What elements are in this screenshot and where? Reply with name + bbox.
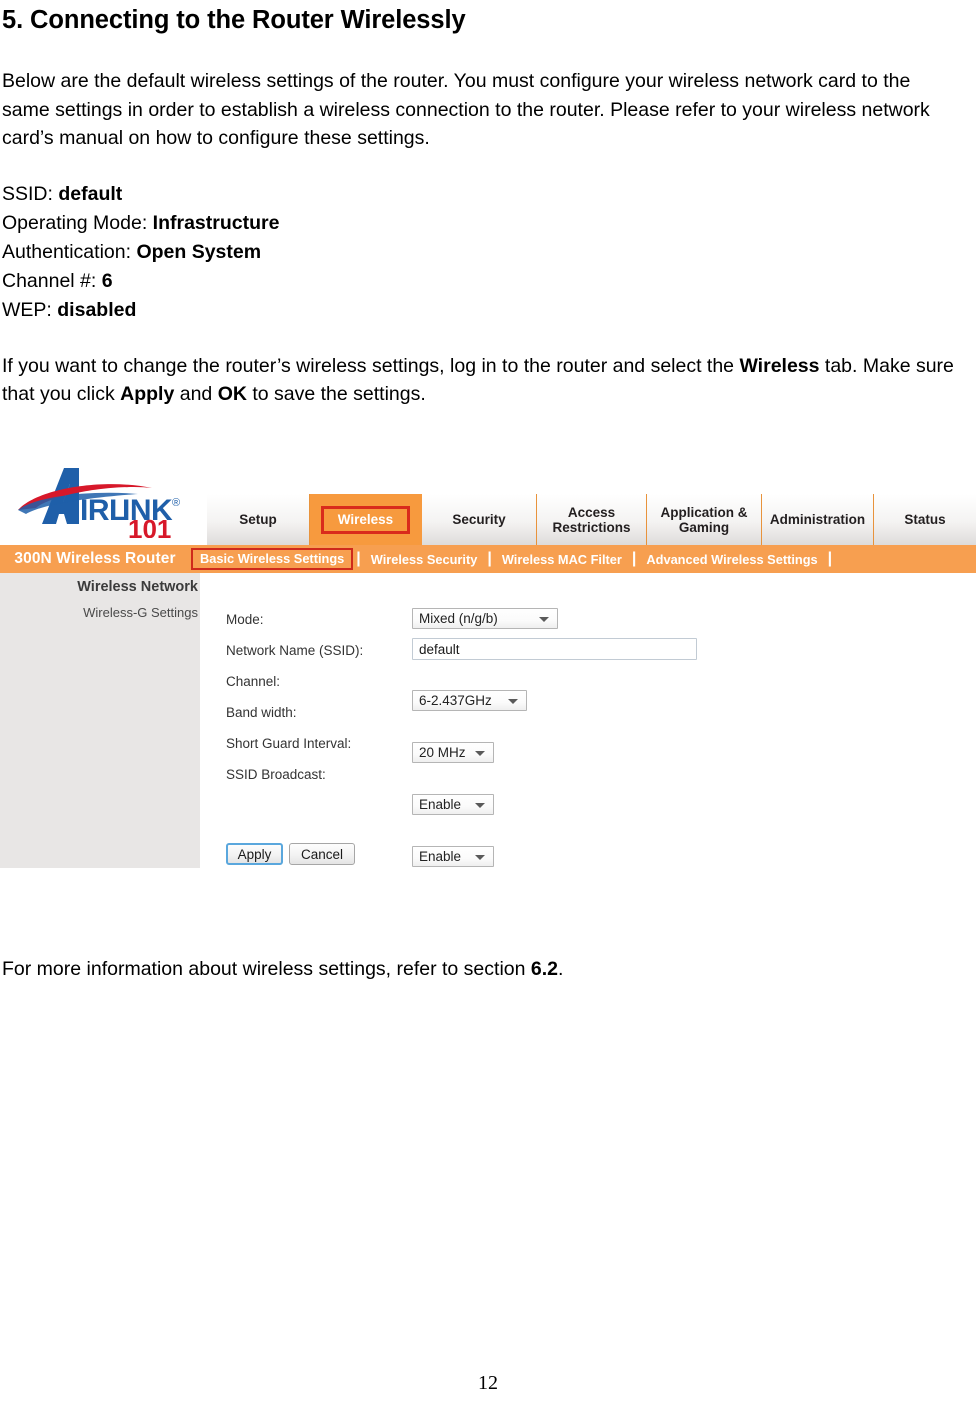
subnav-separator-1: | (356, 550, 361, 567)
tab-administration-label: Administration (769, 512, 866, 527)
subnav-item-advanced-wireless-settings[interactable]: Advanced Wireless Settings (638, 552, 825, 567)
svg-text:101: 101 (128, 514, 171, 538)
select-channel[interactable]: 6-2.437GHz (412, 690, 527, 711)
setting-label-operating-mode: Operating Mode: (2, 211, 153, 234)
subnav-separator-2: | (487, 550, 492, 567)
footer-note-part-2: . (558, 958, 564, 980)
tab-security[interactable]: Security (422, 494, 537, 545)
tab-setup-label: Setup (239, 512, 277, 527)
chevron-down-icon (475, 854, 485, 860)
subnav-item-basic-wireless-settings[interactable]: Basic Wireless Settings (191, 548, 354, 570)
setting-label-ssid: SSID: (2, 182, 59, 205)
page-number: 12 (478, 1372, 498, 1394)
select-mode-value: Mixed (n/g/b) (419, 611, 498, 626)
intro-paragraph: Below are the default wireless settings … (2, 70, 930, 149)
instruction-bold-apply: Apply (120, 383, 175, 405)
sidebar-subtitle-wireless-g-settings: Wireless-G Settings (83, 605, 198, 620)
label-short-guard-interval: Short Guard Interval: (226, 736, 352, 751)
setting-row-operating-mode: Operating Mode: Infrastructure (2, 209, 960, 238)
input-network-name-ssid[interactable]: default (412, 638, 697, 660)
footer-note-part-1: For more information about wireless sett… (2, 958, 531, 980)
subnav-separator-4: | (827, 550, 833, 567)
document-page: 5. Connecting to the Router Wirelessly B… (0, 0, 976, 1412)
instruction-bold-wireless: Wireless (739, 354, 820, 377)
main-tab-bar[interactable]: Setup Wireless Security Access Restricti… (207, 494, 976, 545)
tab-access-restrictions[interactable]: Access Restrictions (537, 494, 647, 545)
chevron-down-icon (475, 750, 485, 756)
router-subnav-bar: 300N Wireless Router Basic Wireless Sett… (0, 545, 976, 573)
setting-label-wep: WEP: (2, 298, 58, 321)
label-network-name-ssid: Network Name (SSID): (226, 643, 364, 658)
tab-application-gaming[interactable]: Application & Gaming (647, 494, 762, 545)
tab-administration[interactable]: Administration (762, 494, 874, 545)
instruction-paragraph: If you want to change the router’s wirel… (0, 352, 960, 409)
select-band-width[interactable]: 20 MHz (412, 742, 494, 763)
label-mode: Mode: (226, 612, 264, 627)
tab-wireless[interactable]: Wireless (310, 494, 422, 545)
subnav-item-wireless-mac-filter[interactable]: Wireless MAC Filter (494, 552, 630, 567)
setting-row-channel: Channel #: 6 (2, 267, 960, 296)
label-channel: Channel: (226, 674, 281, 689)
label-ssid-broadcast: SSID Broadcast: (226, 767, 326, 782)
label-band-width: Band width: (226, 705, 297, 720)
default-settings-list: SSID: default Operating Mode: Infrastruc… (0, 180, 960, 325)
subnav-list[interactable]: Basic Wireless Settings | Wireless Secur… (190, 545, 976, 573)
router-model-name: 300N Wireless Router (14, 550, 176, 567)
svg-text:IRL: IRL (80, 494, 127, 527)
setting-value-authentication: Open System (136, 240, 262, 263)
instruction-part-1: If you want to change the router’s wirel… (2, 354, 740, 377)
tab-wireless-label: Wireless (320, 505, 411, 534)
instruction-bold-ok: OK (217, 383, 247, 405)
select-mode[interactable]: Mixed (n/g/b) (412, 608, 558, 629)
tab-security-label: Security (452, 512, 506, 527)
instruction-part-4: to save the settings. (246, 383, 426, 405)
cancel-button[interactable]: Cancel (289, 843, 355, 865)
chevron-down-icon (475, 802, 485, 808)
tab-application-gaming-label: Application & Gaming (660, 504, 748, 535)
page-title: 5. Connecting to the Router Wirelessly (2, 6, 466, 34)
chevron-down-icon (539, 616, 549, 622)
router-sidebar: Wireless Network Wireless-G Settings (0, 573, 200, 868)
setting-label-channel: Channel #: (2, 269, 102, 292)
setting-row-authentication: Authentication: Open System (2, 238, 960, 267)
svg-text:®: ® (172, 497, 180, 509)
tab-status-label: Status (904, 512, 946, 527)
tab-access-restrictions-label: Access Restrictions (552, 504, 631, 535)
sidebar-title-wireless-network: Wireless Network (77, 579, 198, 595)
setting-label-authentication: Authentication: (2, 240, 137, 263)
select-ssid-broadcast[interactable]: Enable (412, 846, 494, 867)
setting-row-ssid: SSID: default (2, 180, 960, 209)
setting-value-wep: disabled (57, 298, 137, 321)
select-ssid-broadcast-value: Enable (419, 849, 462, 864)
document-text-body: 5. Connecting to the Router Wirelessly B… (0, 0, 960, 409)
wireless-settings-form: Mode: Mixed (n/g/b) Network Name (SSID):… (200, 573, 976, 868)
airlink-logo-icon: IRL INK ® 101 (18, 468, 180, 538)
footer-note-bold-section: 6.2 (530, 958, 558, 980)
instruction-part-3: and (174, 383, 218, 405)
router-web-ui-screenshot: IRL INK ® 101 Setup Wireless Security Ac… (0, 456, 976, 868)
subnav-item-wireless-security[interactable]: Wireless Security (363, 552, 486, 567)
select-short-guard-interval[interactable]: Enable (412, 794, 494, 815)
router-ui-header: IRL INK ® 101 Setup Wireless Security Ac… (0, 456, 976, 545)
setting-row-wep: WEP: disabled (2, 296, 960, 325)
airlink-logo: IRL INK ® 101 (0, 456, 207, 545)
setting-value-ssid: default (58, 182, 123, 205)
select-channel-value: 6-2.437GHz (419, 693, 492, 708)
tab-status[interactable]: Status (874, 494, 976, 545)
footer-note-paragraph: For more information about wireless sett… (0, 955, 962, 984)
select-band-width-value: 20 MHz (419, 745, 466, 760)
select-short-guard-interval-value: Enable (419, 797, 462, 812)
subnav-separator-3: | (631, 550, 637, 567)
chevron-down-icon (508, 698, 518, 704)
setting-value-operating-mode: Infrastructure (152, 211, 280, 234)
input-network-name-ssid-value: default (419, 641, 460, 657)
setting-value-channel: 6 (101, 269, 113, 292)
apply-button[interactable]: Apply (226, 843, 283, 865)
router-ui-body: Wireless Network Wireless-G Settings Mod… (0, 573, 976, 868)
tab-setup[interactable]: Setup (207, 494, 310, 545)
